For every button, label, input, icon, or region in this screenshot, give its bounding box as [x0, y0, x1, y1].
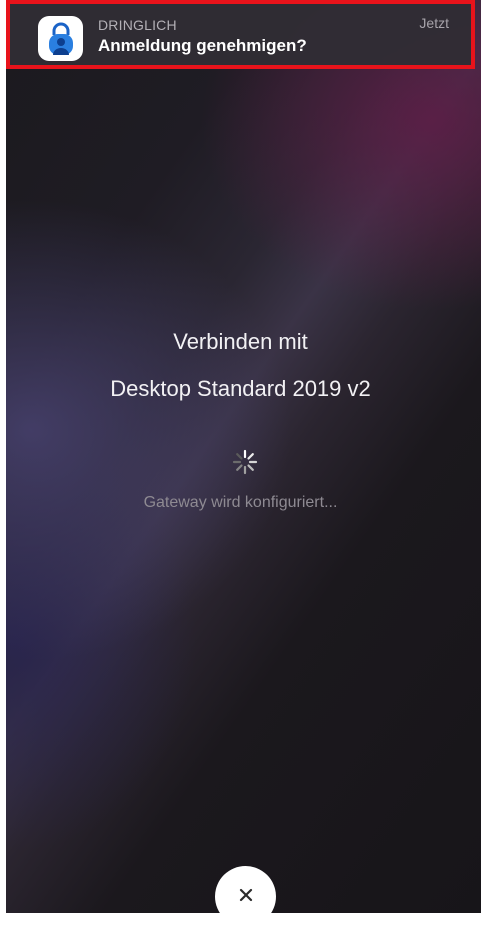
- lock-person-icon: [48, 22, 73, 55]
- connecting-label: Verbinden mit: [173, 329, 308, 354]
- connection-info: Verbinden mit Desktop Standard 2019 v2: [6, 325, 475, 406]
- notification-category: DRINGLICH: [98, 17, 177, 33]
- authenticator-app-icon: [38, 16, 83, 61]
- close-icon: [239, 888, 252, 902]
- cancel-connection-button[interactable]: [215, 866, 276, 927]
- notification-title: Anmeldung genehmigen?: [98, 36, 307, 55]
- loading-spinner-icon: [232, 449, 258, 475]
- push-notification-banner[interactable]: DRINGLICH Anmeldung genehmigen? Jetzt: [6, 0, 475, 69]
- connection-status-text: Gateway wird konfiguriert...: [143, 494, 338, 511]
- connection-target-name: Desktop Standard 2019 v2: [110, 376, 371, 401]
- notification-timestamp: Jetzt: [419, 15, 449, 31]
